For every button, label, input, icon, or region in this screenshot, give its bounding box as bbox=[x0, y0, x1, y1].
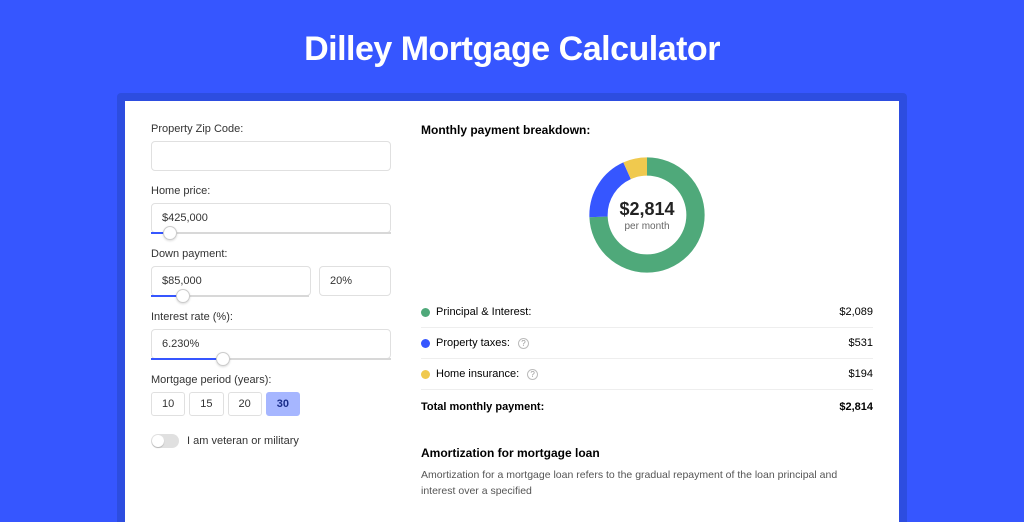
period-options: 10152030 bbox=[151, 392, 391, 416]
interest-slider[interactable] bbox=[151, 358, 391, 360]
help-icon[interactable]: ? bbox=[518, 338, 529, 349]
breakdown-column: Monthly payment breakdown: $2,814 per mo… bbox=[421, 123, 873, 500]
veteran-row: I am veteran or military bbox=[151, 434, 391, 448]
breakdown-item-label: Principal & Interest: bbox=[436, 306, 531, 318]
toggle-knob bbox=[152, 435, 164, 447]
period-btn-15[interactable]: 15 bbox=[189, 392, 223, 416]
home-price-slider[interactable] bbox=[151, 232, 391, 234]
card-frame: Property Zip Code: Home price: Down paym… bbox=[117, 93, 907, 522]
down-payment-input[interactable] bbox=[151, 266, 311, 296]
period-btn-20[interactable]: 20 bbox=[228, 392, 262, 416]
total-value: $2,814 bbox=[839, 401, 873, 413]
veteran-toggle[interactable] bbox=[151, 434, 179, 448]
breakdown-item-label: Home insurance: bbox=[436, 368, 519, 380]
slider-thumb[interactable] bbox=[216, 352, 230, 366]
slider-thumb[interactable] bbox=[176, 289, 190, 303]
donut-sub: per month bbox=[624, 221, 669, 232]
breakdown-line: Property taxes:? $531 bbox=[421, 328, 873, 359]
home-price-input[interactable] bbox=[151, 203, 391, 233]
down-payment-slider[interactable] bbox=[151, 295, 309, 297]
legend-dot bbox=[421, 339, 430, 348]
amortization-title: Amortization for mortgage loan bbox=[421, 446, 873, 460]
amortization-body: Amortization for a mortgage loan refers … bbox=[421, 468, 873, 500]
down-payment-percent-input[interactable] bbox=[319, 266, 391, 296]
amortization-section: Amortization for mortgage loan Amortizat… bbox=[421, 446, 873, 500]
donut-amount: $2,814 bbox=[619, 199, 674, 220]
period-field: Mortgage period (years): 10152030 bbox=[151, 374, 391, 416]
home-price-field: Home price: bbox=[151, 185, 391, 234]
interest-input[interactable] bbox=[151, 329, 391, 359]
breakdown-item-label: Property taxes: bbox=[436, 337, 510, 349]
zip-input[interactable] bbox=[151, 141, 391, 171]
interest-field: Interest rate (%): bbox=[151, 311, 391, 360]
period-btn-10[interactable]: 10 bbox=[151, 392, 185, 416]
period-btn-30[interactable]: 30 bbox=[266, 392, 300, 416]
form-column: Property Zip Code: Home price: Down paym… bbox=[151, 123, 391, 500]
calculator-card: Property Zip Code: Home price: Down paym… bbox=[125, 101, 899, 522]
breakdown-item-value: $2,089 bbox=[839, 306, 873, 318]
veteran-label: I am veteran or military bbox=[187, 435, 299, 447]
zip-field: Property Zip Code: bbox=[151, 123, 391, 171]
page-title: Dilley Mortgage Calculator bbox=[0, 0, 1024, 93]
help-icon[interactable]: ? bbox=[527, 369, 538, 380]
slider-thumb[interactable] bbox=[163, 226, 177, 240]
legend-dot bbox=[421, 308, 430, 317]
breakdown-lines: Principal & Interest: $2,089 Property taxe… bbox=[421, 297, 873, 390]
interest-label: Interest rate (%): bbox=[151, 311, 391, 323]
breakdown-line: Principal & Interest: $2,089 bbox=[421, 297, 873, 328]
donut-wrap: $2,814 per month bbox=[421, 151, 873, 279]
zip-label: Property Zip Code: bbox=[151, 123, 391, 135]
home-price-label: Home price: bbox=[151, 185, 391, 197]
breakdown-line: Home insurance:? $194 bbox=[421, 359, 873, 390]
total-label: Total monthly payment: bbox=[421, 401, 544, 413]
total-row: Total monthly payment: $2,814 bbox=[421, 390, 873, 422]
down-payment-field: Down payment: bbox=[151, 248, 391, 297]
breakdown-item-value: $531 bbox=[849, 337, 873, 349]
breakdown-item-value: $194 bbox=[849, 368, 873, 380]
breakdown-title: Monthly payment breakdown: bbox=[421, 123, 873, 137]
down-payment-label: Down payment: bbox=[151, 248, 391, 260]
donut-chart: $2,814 per month bbox=[583, 151, 711, 279]
period-label: Mortgage period (years): bbox=[151, 374, 391, 386]
legend-dot bbox=[421, 370, 430, 379]
